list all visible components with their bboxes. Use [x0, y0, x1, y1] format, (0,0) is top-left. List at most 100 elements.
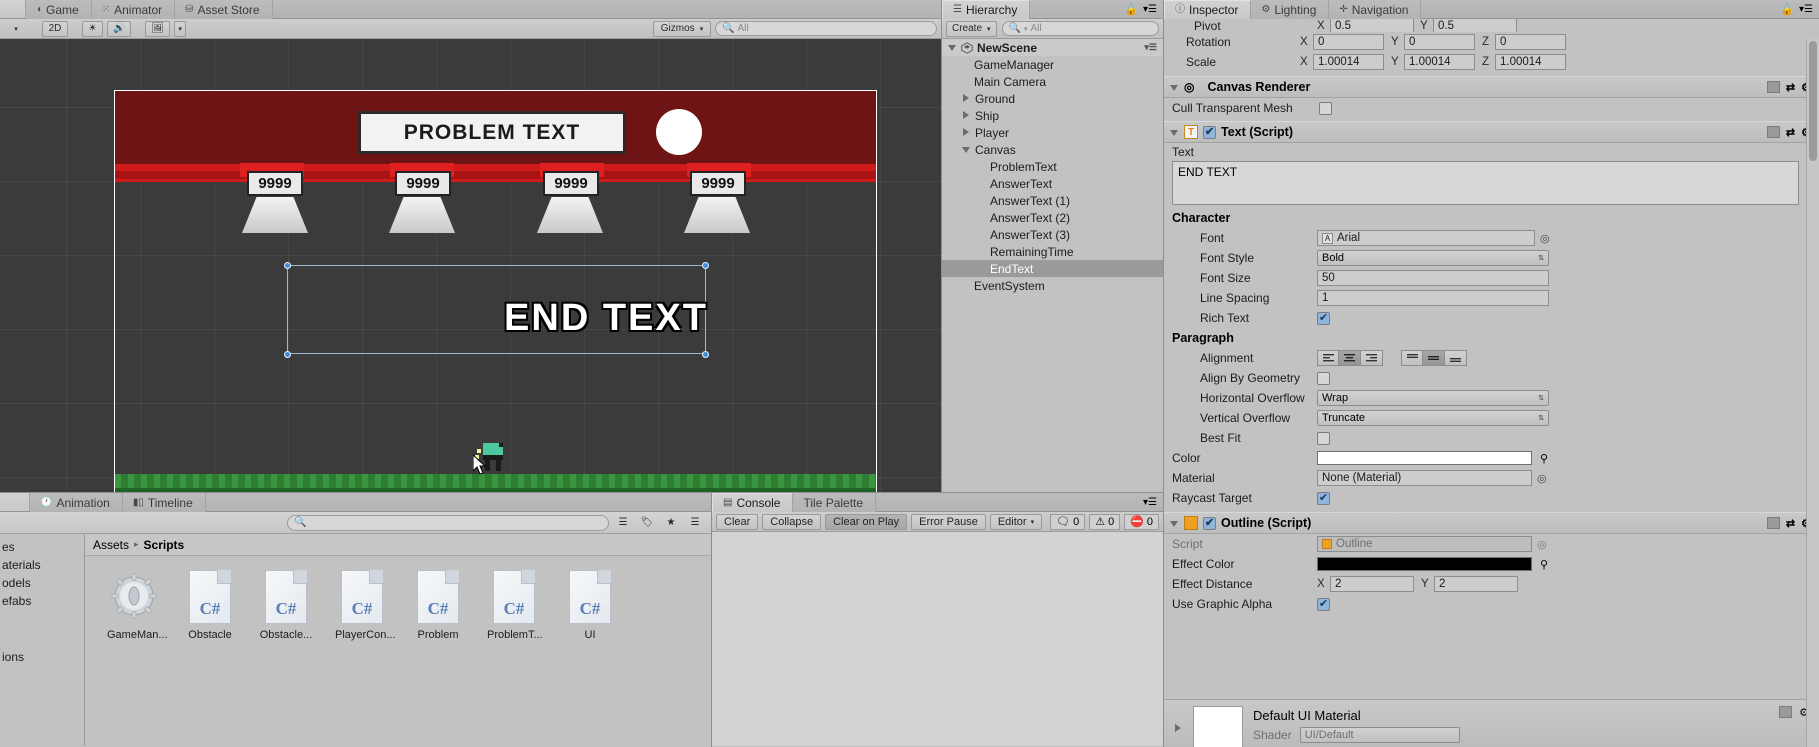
- scale-x-field[interactable]: 1.00014: [1313, 54, 1384, 70]
- hierarchy-row-remainingtime[interactable]: RemainingTime: [942, 243, 1163, 260]
- hierarchy-row-canvas[interactable]: Canvas: [942, 141, 1163, 158]
- panel-menu-icon[interactable]: ▾☰: [1143, 497, 1157, 508]
- rotation-z-field[interactable]: 0: [1495, 34, 1566, 50]
- tab-hierarchy[interactable]: ☰ Hierarchy: [942, 0, 1031, 19]
- text-script-header[interactable]: T Text (Script) ⇄ ⚙: [1164, 121, 1819, 143]
- eyedropper-icon[interactable]: ⚲: [1540, 558, 1548, 571]
- display-dropdown[interactable]: ▾: [4, 21, 28, 37]
- error-count-toggle[interactable]: ⛔ 0: [1124, 513, 1160, 530]
- tab-inspector[interactable]: ⓘ Inspector: [1164, 0, 1252, 19]
- color-swatch[interactable]: [1317, 451, 1532, 465]
- asset-item[interactable]: C# Obstacle...: [259, 570, 313, 641]
- scale-y-field[interactable]: 1.00014: [1404, 54, 1475, 70]
- filter-by-type-button[interactable]: ☰: [613, 515, 633, 531]
- hierarchy-row-answertext-3[interactable]: AnswerText (3): [942, 226, 1163, 243]
- resize-handle-bl[interactable]: [284, 351, 291, 358]
- lighting-toggle-button[interactable]: ☀: [82, 20, 103, 37]
- preset-icon[interactable]: ⇄: [1786, 126, 1795, 139]
- hierarchy-row-answertext[interactable]: AnswerText: [942, 175, 1163, 192]
- tab-lighting[interactable]: ⚙ Lighting: [1251, 0, 1330, 19]
- hierarchy-row-answertext-1[interactable]: AnswerText (1): [942, 192, 1163, 209]
- best-fit-checkbox[interactable]: [1317, 431, 1330, 445]
- hierarchy-row-scene[interactable]: NewScene ▾☰: [942, 39, 1163, 56]
- foldout-open-icon[interactable]: [962, 145, 971, 154]
- game-view-canvas[interactable]: PROBLEM TEXT 9999 9999 9999 9999 END TEX…: [0, 39, 941, 492]
- object-picker-icon[interactable]: ◎: [1537, 472, 1547, 485]
- foldout-closed-icon[interactable]: [962, 128, 971, 137]
- effects-dropdown[interactable]: ▾: [174, 20, 187, 37]
- project-search-input[interactable]: 🔍: [287, 514, 609, 531]
- text-script-enabled-checkbox[interactable]: [1203, 125, 1216, 139]
- hierarchy-row-ship[interactable]: Ship: [942, 107, 1163, 124]
- pivot-y-field[interactable]: 0.5: [1433, 19, 1517, 32]
- align-middle-button[interactable]: [1423, 350, 1445, 366]
- inspector-content[interactable]: Pivot X 0.5 Y 0.5 Rotation X 0 Y 0 Z 0 S…: [1164, 19, 1819, 747]
- outline-script-header[interactable]: Outline (Script) ⇄ ⚙: [1164, 512, 1819, 534]
- game-search-input[interactable]: 🔍 All: [715, 21, 937, 36]
- tab-asset-store[interactable]: ⛁ Asset Store: [175, 0, 273, 19]
- rotation-y-field[interactable]: 0: [1404, 34, 1475, 50]
- outline-script-enabled-checkbox[interactable]: [1203, 516, 1216, 530]
- preset-icon[interactable]: ⇄: [1786, 81, 1795, 94]
- asset-item[interactable]: C# Obstacle: [183, 570, 237, 641]
- foldout-open-icon[interactable]: [1170, 83, 1179, 92]
- asset-item[interactable]: GameMan...: [107, 570, 168, 641]
- asset-item[interactable]: C# UI: [563, 570, 617, 641]
- asset-item[interactable]: C# PlayerCon...: [335, 570, 396, 641]
- effects-button[interactable]: 🖼: [145, 20, 171, 37]
- favorites-button[interactable]: ★: [661, 515, 681, 531]
- hierarchy-row-ground[interactable]: Ground: [942, 90, 1163, 107]
- align-bottom-button[interactable]: [1445, 350, 1467, 366]
- clear-button[interactable]: Clear: [716, 513, 759, 530]
- foldout-open-icon[interactable]: [1170, 519, 1179, 528]
- scale-z-field[interactable]: 1.00014: [1495, 54, 1566, 70]
- console-message-list[interactable]: [712, 532, 1163, 746]
- shader-dropdown[interactable]: UI/Default: [1299, 727, 1460, 743]
- tab-animator[interactable]: ⁙ Animator: [91, 0, 176, 19]
- help-icon[interactable]: [1766, 517, 1780, 529]
- material-foldout-icon[interactable]: [1174, 724, 1183, 733]
- hierarchy-row-main-camera[interactable]: Main Camera: [942, 73, 1163, 90]
- text-value-textarea[interactable]: END TEXT: [1172, 161, 1799, 205]
- align-left-button[interactable]: [1317, 350, 1339, 366]
- line-spacing-field[interactable]: 1: [1317, 290, 1549, 306]
- project-folder-tree[interactable]: es aterials odels efabs ions: [0, 534, 85, 746]
- align-right-button[interactable]: [1361, 350, 1383, 366]
- clear-on-play-button[interactable]: Clear on Play: [825, 513, 908, 530]
- align-top-button[interactable]: [1401, 350, 1423, 366]
- canvas-renderer-header[interactable]: ◎ Canvas Renderer ⇄ ⚙: [1164, 76, 1819, 98]
- hierarchy-row-answertext-2[interactable]: AnswerText (2): [942, 209, 1163, 226]
- font-field[interactable]: A Arial: [1317, 230, 1535, 246]
- hierarchy-row-player[interactable]: Player: [942, 124, 1163, 141]
- help-icon[interactable]: [1766, 126, 1780, 138]
- project-panel-menu-icon[interactable]: ☰: [685, 515, 705, 531]
- tab-tile-palette[interactable]: Tile Palette: [793, 493, 877, 512]
- audio-toggle-button[interactable]: 🔊: [106, 20, 132, 37]
- effect-color-swatch[interactable]: [1317, 557, 1532, 571]
- hierarchy-row-gamemanager[interactable]: GameManager: [942, 56, 1163, 73]
- project-tree-item[interactable]: odels: [0, 574, 84, 592]
- lock-icon[interactable]: 🔓: [1124, 3, 1138, 16]
- collapse-button[interactable]: Collapse: [762, 513, 822, 530]
- filter-by-label-button[interactable]: 🏷: [637, 515, 657, 531]
- use-graphic-alpha-checkbox[interactable]: [1317, 597, 1330, 611]
- help-icon[interactable]: [1779, 706, 1793, 718]
- rich-text-checkbox[interactable]: [1317, 311, 1330, 325]
- effect-distance-x-field[interactable]: 2: [1330, 576, 1414, 592]
- tab-console[interactable]: ▤ Console: [712, 493, 794, 512]
- preset-icon[interactable]: ⇄: [1786, 517, 1795, 530]
- aspect-2d-toggle[interactable]: 2D: [42, 20, 68, 37]
- project-tree-item[interactable]: es: [0, 538, 84, 556]
- eyedropper-icon[interactable]: ⚲: [1540, 452, 1548, 465]
- project-tree-item[interactable]: efabs: [0, 592, 84, 610]
- help-icon[interactable]: [1766, 81, 1780, 93]
- horizontal-overflow-dropdown[interactable]: Wrap ⇅: [1317, 390, 1549, 406]
- vertical-overflow-dropdown[interactable]: Truncate ⇅: [1317, 410, 1549, 426]
- font-style-dropdown[interactable]: Bold ⇅: [1317, 250, 1549, 266]
- create-button[interactable]: Create ▾: [946, 20, 997, 37]
- rotation-x-field[interactable]: 0: [1313, 34, 1384, 50]
- resize-handle-tl[interactable]: [284, 262, 291, 269]
- object-picker-icon[interactable]: ◎: [1540, 232, 1550, 245]
- breadcrumb-scripts[interactable]: Scripts: [144, 538, 185, 552]
- pivot-x-field[interactable]: 0.5: [1330, 19, 1414, 32]
